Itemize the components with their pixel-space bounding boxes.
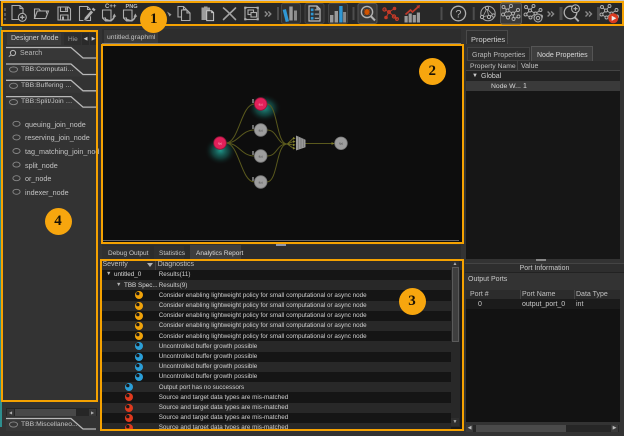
svg-text:?: ? — [455, 8, 461, 20]
svg-text:PNG: PNG — [126, 4, 138, 10]
svg-text:f(x): f(x) — [218, 141, 222, 145]
svg-text:f(x): f(x) — [259, 180, 263, 184]
svg-text:f(x): f(x) — [259, 154, 263, 158]
svg-text:f(x): f(x) — [259, 128, 263, 132]
svg-text:C++: C++ — [105, 4, 117, 10]
svg-text:f(x): f(x) — [339, 142, 343, 146]
svg-text:f(x): f(x) — [259, 102, 263, 106]
